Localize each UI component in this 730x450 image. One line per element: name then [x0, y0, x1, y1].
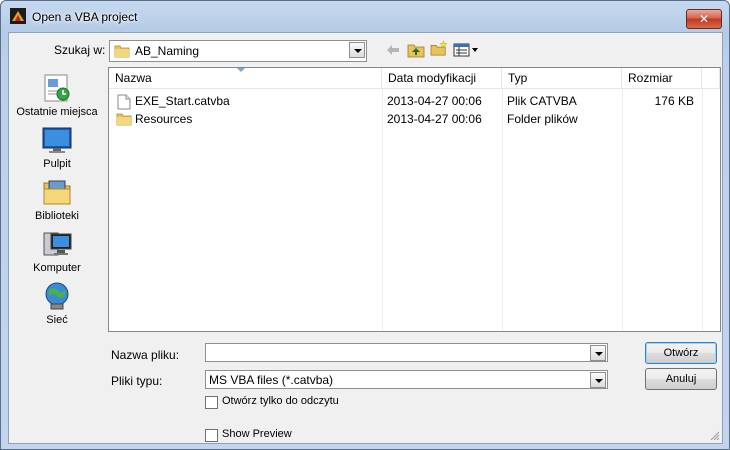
place-computer[interactable]: Komputer	[9, 228, 105, 274]
readonly-checkbox[interactable]	[205, 396, 218, 409]
dialog-client-area: Szukaj w: AB_Naming Ostatnie miejsca Pul…	[8, 32, 723, 444]
file-icon	[117, 94, 131, 110]
window-title: Open a VBA project	[32, 10, 138, 24]
file-date: 2013-04-27 00:06	[387, 112, 482, 126]
cancel-button[interactable]: Anuluj	[645, 368, 717, 390]
up-folder-icon[interactable]	[407, 42, 425, 58]
catia-app-icon	[10, 8, 26, 24]
place-desktop[interactable]: Pulpit	[9, 124, 105, 170]
place-label: Sieć	[46, 314, 68, 326]
title-bar[interactable]: Open a VBA project ✕	[1, 1, 729, 33]
new-folder-icon[interactable]	[429, 40, 449, 56]
filename-label: Nazwa pliku:	[111, 348, 180, 362]
place-libraries[interactable]: Biblioteki	[9, 176, 105, 222]
filetype-dropdown-button[interactable]	[590, 372, 606, 388]
close-button[interactable]: ✕	[686, 9, 722, 29]
place-network[interactable]: Sieć	[9, 280, 105, 326]
file-date: 2013-04-27 00:06	[387, 94, 482, 108]
network-icon	[45, 282, 69, 310]
place-recent[interactable]: Ostatnie miejsca	[9, 72, 105, 118]
file-type: Plik CATVBA	[507, 94, 577, 108]
resize-grip-icon[interactable]	[710, 431, 720, 441]
desktop-icon	[42, 127, 72, 153]
file-size: 176 KB	[654, 94, 694, 108]
computer-icon	[43, 232, 72, 256]
file-list-view[interactable]: Nazwa Data modyfikacji Typ Rozmiar EXE_S…	[108, 67, 721, 332]
show-preview-label: Show Preview	[222, 428, 292, 440]
readonly-label: Otwórz tylko do odczytu	[222, 395, 339, 407]
filetype-select[interactable]: MS VBA files (*.catvba)	[205, 370, 608, 389]
place-label: Ostatnie miejsca	[16, 106, 98, 118]
table-row[interactable]: Resources 2013-04-27 00:06 Folder plików	[109, 110, 720, 128]
recent-places-icon	[44, 74, 70, 102]
place-label: Komputer	[33, 262, 81, 274]
lookin-value: AB_Naming	[135, 44, 200, 58]
column-header-date[interactable]: Data modyfikacji	[382, 68, 502, 89]
filetype-label: Pliki typu:	[111, 374, 163, 388]
sort-indicator	[237, 68, 245, 72]
folder-icon	[114, 45, 130, 58]
open-button[interactable]: Otwórz	[645, 342, 717, 364]
view-menu-icon[interactable]	[453, 42, 479, 58]
filename-dropdown-button[interactable]	[590, 345, 606, 361]
column-header-name[interactable]: Nazwa	[109, 68, 382, 89]
place-label: Biblioteki	[34, 210, 80, 222]
column-header-size[interactable]: Rozmiar	[622, 68, 702, 89]
place-label: Pulpit	[43, 158, 71, 170]
libraries-icon	[43, 180, 71, 205]
file-name: EXE_Start.catvba	[135, 94, 230, 108]
filename-combobox[interactable]	[205, 343, 608, 362]
filetype-value: MS VBA files (*.catvba)	[209, 373, 334, 387]
lookin-dropdown-button[interactable]	[349, 42, 365, 58]
column-header-type[interactable]: Typ	[502, 68, 622, 89]
folder-icon	[116, 113, 132, 126]
places-bar: Ostatnie miejsca Pulpit Biblioteki Kompu…	[9, 67, 105, 327]
open-dialog-window: Open a VBA project ✕ Szukaj w: AB_Naming	[0, 0, 730, 450]
file-name: Resources	[135, 112, 193, 126]
column-header-filler	[702, 68, 720, 89]
lookin-label: Szukaj w:	[54, 43, 106, 57]
file-type: Folder plików	[507, 112, 578, 126]
back-arrow-icon[interactable]	[385, 42, 401, 58]
table-row[interactable]: EXE_Start.catvba 2013-04-27 00:06 Plik C…	[109, 92, 720, 110]
show-preview-checkbox[interactable]	[205, 429, 218, 442]
lookin-combobox[interactable]: AB_Naming	[109, 40, 367, 62]
